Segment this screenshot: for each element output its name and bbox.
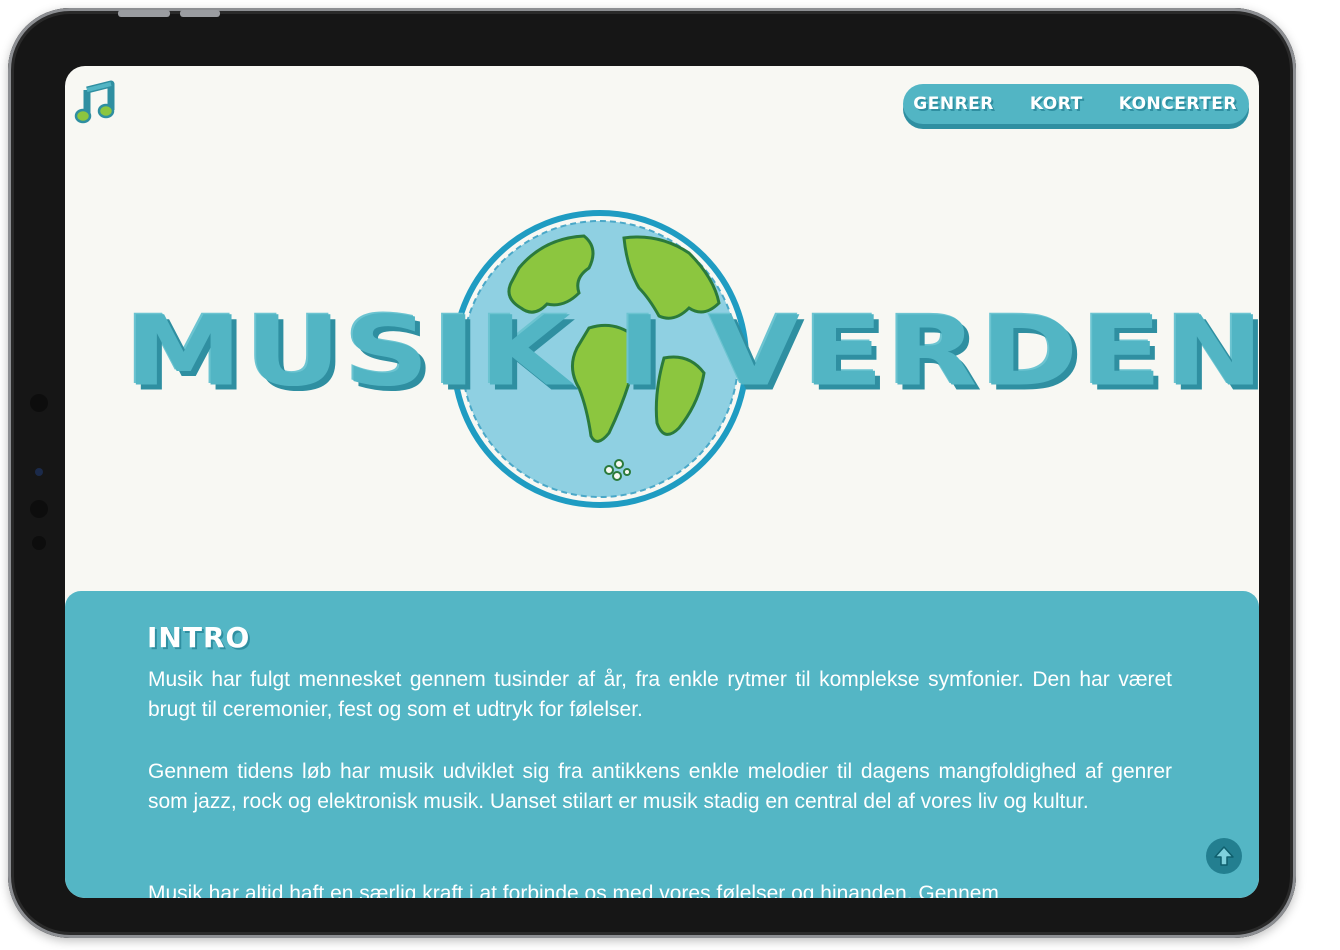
music-note-icon[interactable] bbox=[73, 80, 117, 126]
nav-link-koncerter[interactable]: KONCERTER bbox=[1119, 94, 1237, 114]
intro-paragraph: Gennem tidens løb har musik udviklet sig… bbox=[148, 760, 1172, 813]
arrow-up-icon bbox=[1214, 846, 1234, 866]
hardware-button bbox=[118, 10, 170, 17]
camera-sensor bbox=[30, 500, 48, 518]
intro-heading: INTRO bbox=[147, 621, 251, 654]
intro-section: INTRO Musik har fulgt mennesket gennem t… bbox=[65, 591, 1259, 898]
hardware-button bbox=[180, 10, 220, 17]
camera-sensor bbox=[30, 394, 48, 412]
screen: GENRER KORT KONCERTER MUSIK I VERDEN INT… bbox=[65, 66, 1259, 898]
camera-lens bbox=[35, 468, 43, 476]
intro-paragraph: Musik har fulgt mennesket gennem tusinde… bbox=[148, 668, 1172, 721]
intro-paragraph: Musik har altid haft en særlig kraft i a… bbox=[148, 882, 999, 898]
nav-link-kort[interactable]: KORT bbox=[1030, 94, 1083, 114]
camera-sensor bbox=[32, 536, 46, 550]
nav-link-genrer[interactable]: GENRER bbox=[913, 94, 994, 114]
scroll-top-button[interactable] bbox=[1206, 838, 1242, 874]
main-nav: GENRER KORT KONCERTER bbox=[903, 84, 1249, 124]
tablet-frame: GENRER KORT KONCERTER MUSIK I VERDEN INT… bbox=[8, 8, 1296, 938]
hero-title: MUSIK I VERDEN bbox=[125, 294, 1259, 408]
